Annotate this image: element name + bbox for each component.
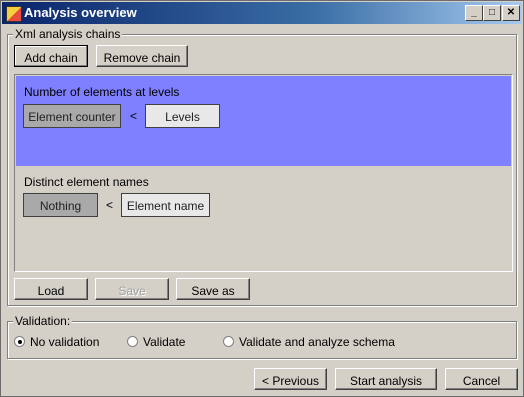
chain-arrow: < [106,198,114,212]
add-chain-button[interactable]: Add chain [14,45,88,67]
analysis-chains-label: Xml analysis chains [13,27,123,41]
cancel-button[interactable]: Cancel [445,368,518,390]
chain-second-step[interactable]: Levels [145,104,220,128]
chain-second-step[interactable]: Element name [121,193,210,217]
start-analysis-button[interactable]: Start analysis [335,368,437,390]
chain-list[interactable]: Number of elements at levels Element cou… [14,74,513,272]
minimize-icon[interactable]: _ [465,5,483,21]
title-bar[interactable]: Analysis overview _ □ ✕ [2,2,522,24]
maximize-icon[interactable]: □ [483,5,501,21]
close-icon[interactable]: ✕ [502,5,520,21]
load-button[interactable]: Load [14,278,88,300]
save-button: Save [95,278,169,300]
radio-button[interactable] [14,336,25,347]
app-icon [6,6,22,22]
remove-chain-button[interactable]: Remove chain [96,45,188,67]
radio-button[interactable] [127,336,138,347]
radio-label: Validate and analyze schema [239,335,395,349]
radio-label: Validate [143,335,186,349]
validation-label: Validation: [13,314,73,328]
chain-item-number-of-elements[interactable]: Number of elements at levels Element cou… [16,76,511,166]
chain-first-step[interactable]: Element counter [23,104,121,128]
save-as-button[interactable]: Save as [176,278,250,300]
window-title: Analysis overview [24,5,137,20]
previous-button[interactable]: < Previous [254,368,327,390]
chain-first-step[interactable]: Nothing [23,193,98,217]
chain-item-distinct-element-names[interactable]: Distinct element names Nothing < Element… [16,166,511,256]
chain-arrow: < [130,109,138,123]
radio-label: No validation [30,335,100,349]
chain-title: Distinct element names [24,175,149,189]
radio-button[interactable] [223,336,234,347]
chain-title: Number of elements at levels [24,85,180,99]
analysis-overview-window: Analysis overview _ □ ✕ Xml analysis cha… [0,0,524,397]
